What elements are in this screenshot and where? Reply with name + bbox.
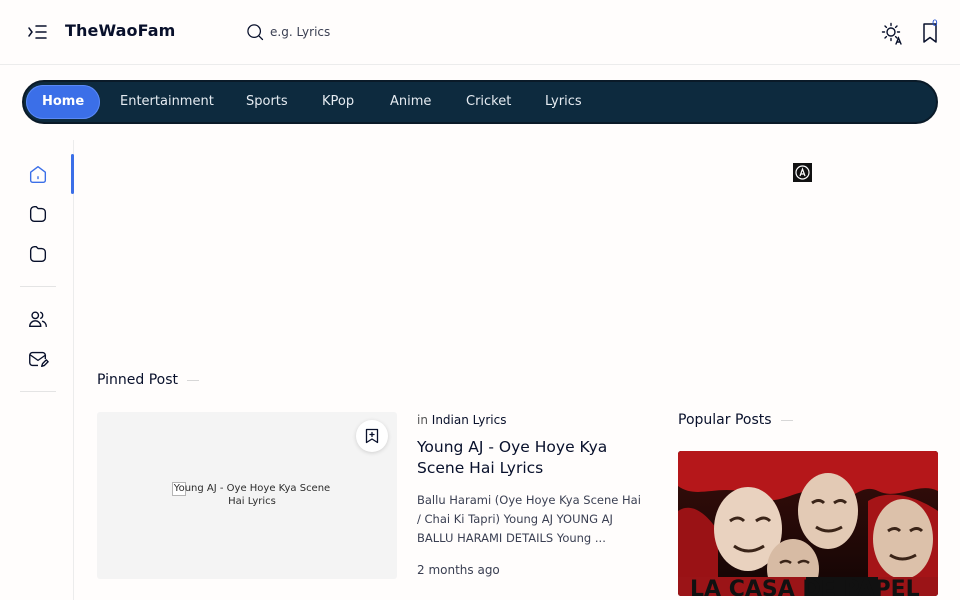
ad-choices-icon[interactable] xyxy=(793,163,812,182)
folder-icon[interactable] xyxy=(27,203,49,225)
pinned-category-line: in Indian Lyrics xyxy=(417,413,507,427)
popular-post-image[interactable]: LA CASA DE PAPEL xyxy=(678,451,938,596)
pinned-image-alt-text: Young AJ - Oye Hoye Kya Scene Hai Lyrics xyxy=(173,483,331,507)
pinned-category-link[interactable]: Indian Lyrics xyxy=(432,413,507,427)
nav-item-sports[interactable]: Sports xyxy=(246,82,288,122)
money-heist-poster: LA CASA DE PAPEL xyxy=(678,451,938,596)
side-divider xyxy=(20,391,56,392)
save-post-button[interactable] xyxy=(356,420,388,452)
nav-item-cricket[interactable]: Cricket xyxy=(466,82,511,122)
bookmark-icon[interactable] xyxy=(918,21,942,45)
theme-toggle-icon[interactable] xyxy=(880,21,904,45)
bookmark-count-badge: 0 xyxy=(932,19,938,29)
folder-icon[interactable] xyxy=(27,243,49,265)
svg-text:LA CASA DE PAPEL: LA CASA DE PAPEL xyxy=(690,577,920,596)
bookmark-add-icon xyxy=(365,428,379,444)
site-header: TheWaoFam 0 xyxy=(0,0,960,65)
pinned-post-snippet: Ballu Harami (Oye Hoye Kya Scene Hai / C… xyxy=(417,493,641,545)
main-nav: Home Entertainment Sports KPop Anime Cri… xyxy=(22,80,938,124)
nav-item-anime[interactable]: Anime xyxy=(390,82,431,122)
nav-item-home[interactable]: Home xyxy=(26,85,101,119)
users-icon[interactable] xyxy=(27,308,49,330)
menu-toggle-icon[interactable] xyxy=(26,20,50,44)
search-input[interactable] xyxy=(270,20,570,44)
side-divider xyxy=(20,286,56,287)
pinned-post-date: 2 months ago xyxy=(417,563,500,577)
nav-item-entertainment[interactable]: Entertainment xyxy=(120,82,214,122)
pinned-post-title[interactable]: Young AJ - Oye Hoye Kya Scene Hai Lyrics xyxy=(417,437,647,479)
site-title[interactable]: TheWaoFam xyxy=(65,21,175,40)
nav-item-lyrics[interactable]: Lyrics xyxy=(545,82,582,122)
search-icon xyxy=(247,24,264,41)
pinned-section-title: Pinned Post xyxy=(97,372,199,388)
home-icon[interactable] xyxy=(27,163,49,185)
popular-section-title: Popular Posts xyxy=(678,412,793,428)
mail-edit-icon[interactable] xyxy=(27,348,49,370)
nav-item-kpop[interactable]: KPop xyxy=(322,82,354,122)
side-active-indicator xyxy=(71,154,74,194)
